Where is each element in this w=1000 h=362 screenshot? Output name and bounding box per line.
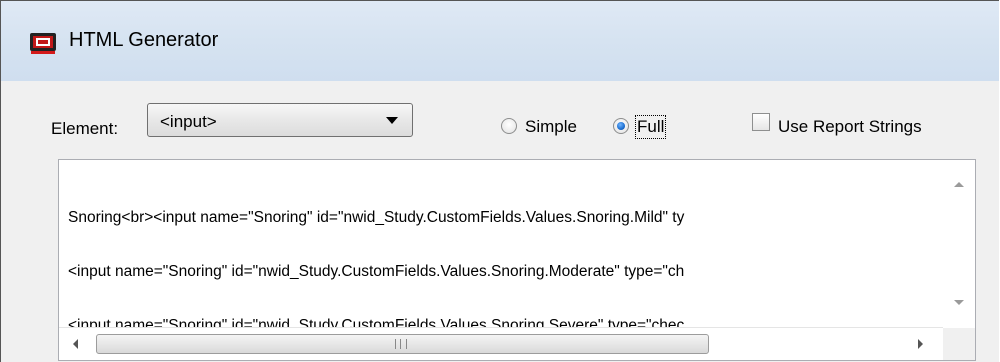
horizontal-scrollbar[interactable] xyxy=(59,327,943,360)
generator-content: Element: <input> Simple Full Use Report … xyxy=(1,81,999,362)
scrollbar-corner xyxy=(943,328,975,360)
simple-radio-label[interactable]: Simple xyxy=(525,117,577,137)
output-line: <input name="Snoring" id="nwid_Study.Cus… xyxy=(68,263,685,280)
grip-icon xyxy=(395,339,407,349)
html-generator-window: HTML Generator Element: <input> Simple F… xyxy=(0,0,999,362)
html-generator-icon xyxy=(30,33,56,54)
horizontal-scroll-thumb[interactable] xyxy=(96,334,709,354)
window-title: HTML Generator xyxy=(69,29,219,51)
vertical-scrollbar[interactable] xyxy=(943,160,975,330)
use-report-strings-label[interactable]: Use Report Strings xyxy=(778,117,922,137)
scroll-left-icon[interactable] xyxy=(73,339,78,349)
full-radio[interactable] xyxy=(613,118,629,134)
title-bar[interactable]: HTML Generator xyxy=(1,1,999,81)
element-select[interactable]: <input> xyxy=(147,103,413,137)
full-radio-label[interactable]: Full xyxy=(634,115,667,139)
chevron-down-icon xyxy=(386,117,398,124)
scroll-down-icon[interactable] xyxy=(954,300,964,305)
element-select-value: <input> xyxy=(160,112,217,131)
simple-radio[interactable] xyxy=(501,118,517,134)
scroll-right-icon[interactable] xyxy=(918,339,923,349)
element-label: Element: xyxy=(51,119,119,138)
output-line: Snoring<br><input name="Snoring" id="nwi… xyxy=(68,209,685,226)
scroll-up-icon[interactable] xyxy=(954,182,964,187)
use-report-strings-checkbox[interactable] xyxy=(752,113,770,131)
html-output-textarea[interactable]: Snoring<br><input name="Snoring" id="nwi… xyxy=(58,159,976,361)
